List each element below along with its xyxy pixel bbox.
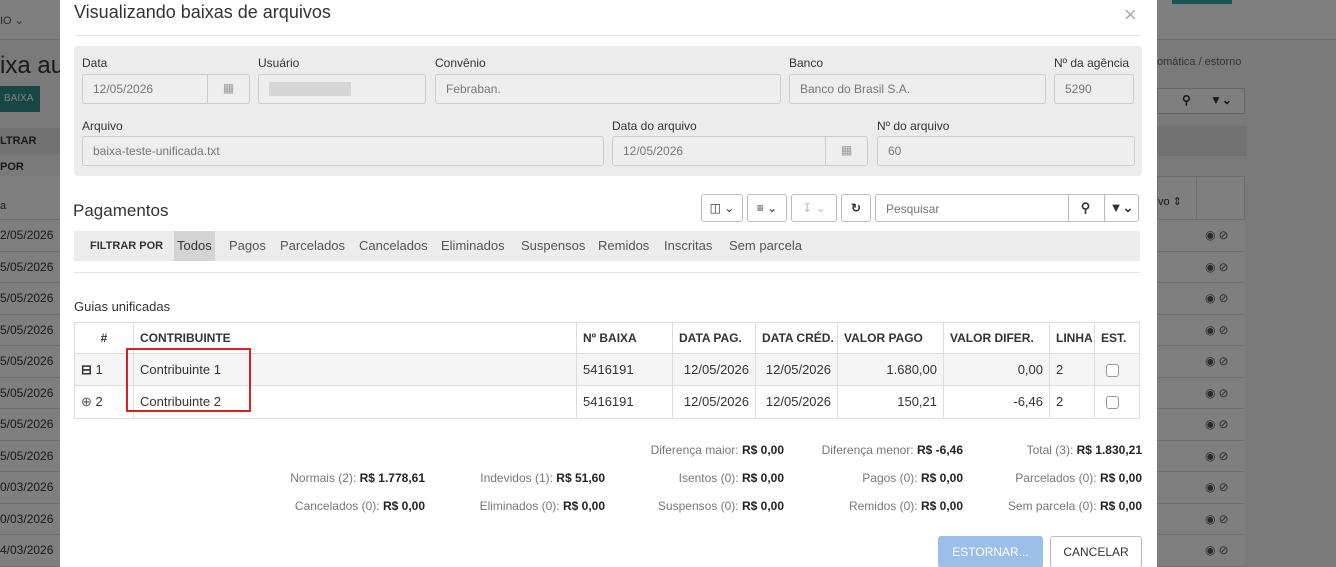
- columns-toggle-icon[interactable]: ◫ ⌄: [701, 194, 743, 222]
- row-num-cell: ⊟ 1: [75, 354, 133, 385]
- collapse-icon[interactable]: ⊟: [81, 362, 92, 377]
- data-label: Data: [82, 56, 108, 70]
- cancelar-button[interactable]: CANCELAR: [1050, 536, 1142, 567]
- data-value: 12/05/2026: [93, 82, 154, 96]
- row-data-cred: 12/05/2026: [755, 354, 837, 385]
- filter-parcelados[interactable]: Parcelados: [277, 231, 348, 261]
- col-est[interactable]: EST.: [1094, 323, 1130, 353]
- divider: [74, 35, 1142, 36]
- expand-icon[interactable]: ⊕: [81, 394, 92, 409]
- total-pagos: Pagos (0): R$ 0,00: [862, 471, 963, 485]
- row-valor-pago: 150,21: [837, 386, 943, 418]
- total-geral: Total (3): R$ 1.830,21: [1026, 443, 1142, 457]
- modal-title: Visualizando baixas de arquivos: [74, 2, 331, 22]
- convenio-field[interactable]: Febraban.: [435, 74, 781, 104]
- close-icon[interactable]: ×: [1124, 2, 1137, 28]
- calendar-icon[interactable]: ▦: [207, 74, 249, 104]
- banco-field[interactable]: Banco do Brasil S.A.: [789, 74, 1046, 104]
- row-num: 2: [95, 394, 103, 409]
- pagamentos-title: Pagamentos: [73, 201, 169, 220]
- filter-eliminados[interactable]: Eliminados: [438, 231, 508, 261]
- total-remidos: Remidos (0): R$ 0,00: [848, 499, 963, 513]
- highlight-box: [126, 348, 251, 412]
- usuario-label: Usuário: [258, 56, 300, 70]
- list-menu-icon[interactable]: ≡ ⌄: [747, 194, 787, 222]
- estorno-checkbox[interactable]: [1106, 396, 1119, 410]
- filter-pagos[interactable]: Pagos: [226, 231, 269, 261]
- filter-sem-parcela[interactable]: Sem parcela: [726, 231, 805, 261]
- total-parcelados: Parcelados (0): R$ 0,00: [1015, 471, 1142, 485]
- row-est-cell: [1094, 354, 1130, 385]
- guias-title: Guias unificadas: [74, 299, 171, 314]
- row-linha: 2: [1049, 354, 1094, 385]
- col-num[interactable]: #: [75, 323, 133, 353]
- search-icon[interactable]: ⚲: [1068, 195, 1102, 221]
- row-data-pag: 12/05/2026: [672, 354, 755, 385]
- total-isentos: Isentos (0): R$ 0,00: [678, 471, 784, 485]
- total-dif-maior: Diferença maior: R$ 0,00: [650, 443, 784, 457]
- row-baixa: 5416191: [576, 354, 672, 385]
- total-indevidos: Indevidos (1): R$ 51,60: [480, 471, 605, 485]
- row-num-cell: ⊕ 2: [75, 386, 133, 418]
- total-dif-menor: Diferença menor: R$ -6,46: [821, 443, 963, 457]
- agencia-label: Nº da agência: [1054, 56, 1130, 70]
- filter-suspensos[interactable]: Suspensos: [518, 231, 588, 261]
- filter-remidos[interactable]: Remidos: [595, 231, 652, 261]
- row-data-pag: 12/05/2026: [672, 386, 755, 418]
- arquivo-field[interactable]: baixa-teste-unificada.txt: [82, 136, 604, 166]
- col-linha[interactable]: LINHA: [1049, 323, 1094, 353]
- filter-label: FILTRAR POR: [90, 240, 164, 252]
- estornar-button[interactable]: ESTORNAR...: [938, 536, 1043, 567]
- row-valor-difer: 0,00: [943, 354, 1049, 385]
- calendar-icon[interactable]: ▦: [825, 136, 867, 166]
- row-valor-pago: 1.680,00: [837, 354, 943, 385]
- col-valor-difer[interactable]: VALOR DIFER.: [943, 323, 1049, 353]
- col-data-cred[interactable]: DATA CRÉD.: [755, 323, 837, 353]
- row-est-cell: [1094, 386, 1130, 418]
- row-num: 1: [95, 362, 103, 377]
- estorno-checkbox[interactable]: [1106, 364, 1119, 378]
- redacted-mask: [269, 82, 351, 96]
- refresh-icon[interactable]: ↻: [841, 194, 871, 222]
- banco-label: Banco: [789, 56, 824, 70]
- num-arquivo-field[interactable]: 60: [877, 136, 1135, 166]
- col-valor-pago[interactable]: VALOR PAGO: [837, 323, 943, 353]
- search-input[interactable]: Pesquisar ⚲ ▼⌄: [875, 194, 1139, 222]
- total-eliminados: Eliminados (0): R$ 0,00: [479, 499, 605, 513]
- search-placeholder: Pesquisar: [886, 202, 940, 216]
- agencia-field[interactable]: 5290: [1054, 74, 1134, 104]
- data-field[interactable]: 12/05/2026 ▦: [82, 74, 250, 104]
- total-cancelados: Cancelados (0): R$ 0,00: [294, 499, 425, 513]
- filter-bar: FILTRAR POR Todos Pagos Parcelados Cance…: [74, 231, 1140, 261]
- num-arquivo-label: Nº do arquivo: [877, 119, 950, 133]
- divider: [74, 272, 1140, 273]
- convenio-label: Convênio: [435, 56, 486, 70]
- download-icon[interactable]: ↧ ⌄: [791, 194, 837, 222]
- row-baixa: 5416191: [576, 386, 672, 418]
- filter-todos[interactable]: Todos: [174, 231, 215, 261]
- file-info-panel: Data 12/05/2026 ▦ Usuário Convênio Febra…: [74, 46, 1142, 176]
- col-data-pag[interactable]: DATA PAG.: [672, 323, 755, 353]
- arquivo-label: Arquivo: [82, 119, 123, 133]
- total-suspensos: Suspensos (0): R$ 0,00: [657, 499, 784, 513]
- row-data-cred: 12/05/2026: [755, 386, 837, 418]
- filter-icon[interactable]: ▼⌄: [1104, 195, 1138, 221]
- usuario-field[interactable]: [258, 74, 426, 104]
- total-normais: Normais (2): R$ 1.778,61: [290, 471, 425, 485]
- data-arquivo-field[interactable]: 12/05/2026 ▦: [612, 136, 868, 166]
- row-valor-difer: -6,46: [943, 386, 1049, 418]
- row-linha: 2: [1049, 386, 1094, 418]
- data-arquivo-value: 12/05/2026: [623, 144, 684, 158]
- col-baixa[interactable]: Nº BAIXA: [576, 323, 672, 353]
- files-modal: Visualizando baixas de arquivos × Data 1…: [60, 0, 1157, 567]
- data-arquivo-label: Data do arquivo: [612, 119, 697, 133]
- total-sem-parcela: Sem parcela (0): R$ 0,00: [1007, 499, 1142, 513]
- filter-cancelados[interactable]: Cancelados: [356, 231, 431, 261]
- filter-inscritas[interactable]: Inscritas: [661, 231, 715, 261]
